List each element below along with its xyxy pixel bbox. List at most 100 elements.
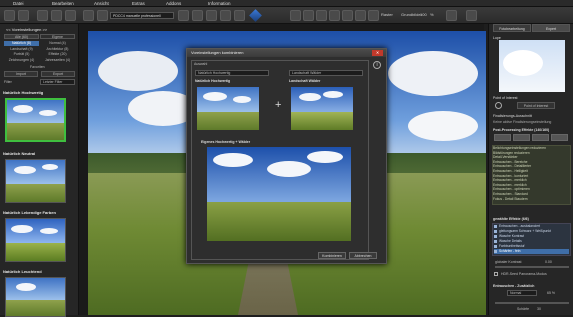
global-contrast-value[interactable]: 0.00 — [545, 260, 552, 264]
zoom-value[interactable]: 100 — [420, 12, 427, 17]
bottom-header: Entrauschen - Zusätzlich — [493, 284, 535, 288]
plus-icon: + — [275, 99, 282, 111]
filter-category-icons — [494, 134, 569, 142]
brush-icon[interactable] — [220, 10, 231, 21]
select-icon[interactable] — [290, 10, 301, 21]
preset-thumbnail-3[interactable] — [5, 218, 66, 262]
category-landscape[interactable]: Landschaft (9) — [4, 47, 39, 52]
menu-bar: Datei Bearbeiten Ansicht Extras Addons I… — [0, 0, 573, 7]
fit-icon[interactable] — [65, 10, 76, 21]
poi-button[interactable]: Point of Interest — [517, 102, 555, 109]
adjustments-panel: Fotobearbeitung Expert Lupe Point of Int… — [488, 24, 573, 315]
right-preset-preview — [291, 87, 353, 130]
cancel-button[interactable]: Abbrechen — [349, 252, 377, 259]
preset-thumbnail-2[interactable] — [5, 159, 66, 203]
rotate-left-icon[interactable] — [303, 10, 314, 21]
undo-icon[interactable] — [37, 10, 48, 21]
active-effect-label: gleitungsarm Schwarz + Weißpunkt — [499, 229, 551, 233]
menu-information[interactable]: Information — [208, 0, 231, 7]
category-effects[interactable]: Effekte (20) — [40, 52, 75, 57]
loupe-preview — [499, 40, 565, 92]
preset-thumbnail-1[interactable] — [5, 98, 66, 142]
category-portrait[interactable]: Porträt (5) — [4, 52, 39, 57]
tab-all[interactable]: Alle (60) — [4, 34, 39, 39]
zoom-label: Grundbilder — [401, 12, 422, 17]
menu-view[interactable]: Ansicht — [94, 0, 109, 7]
dodge-icon[interactable] — [192, 10, 203, 21]
checkbox-icon[interactable] — [494, 234, 497, 238]
tab-photo-editing[interactable]: Fotobearbeitung — [493, 24, 531, 32]
filter-label: Filter — [4, 80, 12, 84]
settings-icon[interactable] — [178, 10, 189, 21]
close-icon[interactable]: ✕ — [372, 50, 383, 56]
dialog-title: Voreinstellungen kombinieren — [191, 50, 244, 55]
tab-expert[interactable]: Expert — [532, 24, 570, 32]
active-effect-item[interactable]: gleitungsarm Schwarz + Weißpunkt — [494, 229, 569, 234]
right-preset-select[interactable]: Landschaft Wälder — [289, 70, 363, 76]
checkbox-icon[interactable] — [494, 244, 497, 248]
left-preset-label: Natürlich Hochwertig — [195, 79, 231, 83]
category-seasons[interactable]: Jahreszeiten (4) — [40, 58, 75, 63]
target-icon[interactable] — [495, 102, 502, 109]
tab-own[interactable]: Eigene — [40, 34, 75, 39]
category-architecture[interactable]: Architektur (8) — [40, 47, 75, 52]
export-image-icon[interactable] — [466, 10, 477, 21]
menu-file[interactable]: Datei — [13, 0, 24, 7]
checkbox-icon[interactable] — [494, 229, 497, 233]
checkbox-icon[interactable] — [494, 224, 497, 228]
combine-button[interactable]: Kombinieren — [318, 252, 346, 259]
left-preset-preview — [197, 87, 259, 130]
zoom-unit: % — [430, 12, 434, 17]
menu-addons[interactable]: Addons — [166, 0, 181, 7]
hdr-checkbox[interactable] — [494, 272, 498, 276]
flip-vertical-icon[interactable] — [355, 10, 366, 21]
category-natural[interactable]: Natürlich (8) — [4, 41, 39, 46]
compare-icon[interactable] — [97, 10, 108, 21]
redo-icon[interactable] — [51, 10, 62, 21]
crop-icon[interactable] — [83, 10, 94, 21]
bottom-value[interactable]: 65 % — [547, 291, 555, 295]
import-button[interactable]: Import — [4, 71, 38, 77]
hdr-label: HDR-Seed Panorama-Modus — [501, 272, 547, 276]
bottom-select[interactable]: Normal — [507, 290, 537, 296]
preset-thumbnail-4[interactable] — [5, 277, 66, 317]
flip-horizontal-icon[interactable] — [342, 10, 353, 21]
active-effect-item[interactable]: Schärfen - fein — [494, 249, 569, 254]
info-icon[interactable]: i — [373, 61, 381, 69]
rotate-right-icon[interactable] — [316, 10, 327, 21]
checkbox-icon[interactable] — [494, 249, 497, 253]
active-effect-item[interactable]: Entrauschen - ausbalanciert — [494, 224, 569, 229]
filter-select[interactable]: Letzter Filter — [40, 79, 75, 85]
result-label: Eigenes Hochwertig + Wälder — [201, 140, 251, 144]
export-button[interactable]: Export — [41, 71, 75, 77]
selection-group-label: Auswahl — [194, 62, 208, 66]
horizon-icon[interactable] — [329, 10, 340, 21]
checkbox-icon[interactable] — [494, 239, 497, 243]
grid-icon[interactable] — [368, 10, 379, 21]
menu-edit[interactable]: Bearbeiten — [52, 0, 74, 7]
category-drawings[interactable]: Zeichnungen (4) — [4, 58, 39, 63]
preset-title-4: Natürlich Leuchtend — [3, 269, 42, 274]
global-contrast-slider[interactable] — [495, 266, 569, 268]
bottom-slider[interactable] — [495, 302, 569, 304]
active-effect-item[interactable]: Wasche Kontrast — [494, 234, 569, 239]
save-icon[interactable] — [18, 10, 29, 21]
category-grid: Natürlich (8) Normal (4) Landschaft (9) … — [4, 41, 75, 63]
menu-extras[interactable]: Extras — [132, 0, 145, 7]
presets-panel: << Voreinstellungen >> Alle (60) Eigene … — [0, 24, 79, 317]
category-normal[interactable]: Normal (4) — [40, 41, 75, 46]
active-effect-label: Wasche Kontrast — [499, 234, 524, 238]
favorites-label[interactable]: Favoriten — [30, 65, 45, 69]
burn-icon[interactable] — [206, 10, 217, 21]
active-effects-header: gewählte Effekte (6/6) — [493, 217, 529, 221]
open-icon[interactable] — [4, 10, 15, 21]
preset-select[interactable]: PDCC4 manuelle professionell — [110, 12, 174, 19]
active-effect-item[interactable]: Farbbuntheitsstuf — [494, 244, 569, 249]
bottom-slider-value[interactable]: 30 — [537, 307, 541, 311]
result-preview — [207, 147, 351, 241]
left-preset-select[interactable]: Natürlich Hochwertig — [195, 70, 269, 76]
view-mode-icon[interactable] — [446, 10, 457, 21]
filter-item[interactable]: Fokus - Detail Staudern — [493, 197, 568, 202]
eraser-icon[interactable] — [234, 10, 245, 21]
active-effect-item[interactable]: Wasche Details — [494, 239, 569, 244]
